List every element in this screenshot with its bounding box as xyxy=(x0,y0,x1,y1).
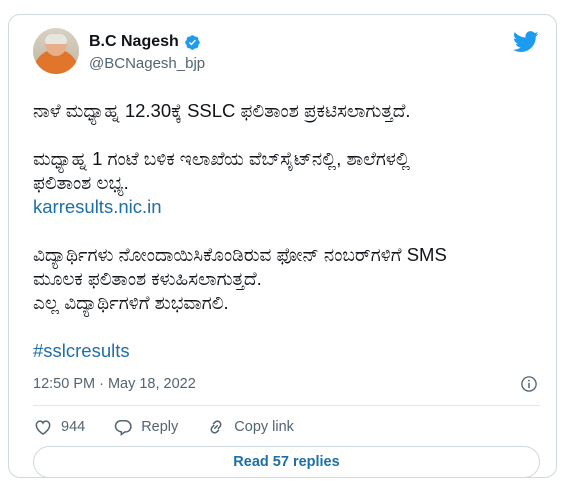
heart-icon xyxy=(35,420,51,435)
tweet-line: ವಿದ್ಯಾರ್ಥಿಗಳು ನೋಂದಾಯಿಸಿಕೊಂಡಿರುವ ಫೋನ್ ನಂಬ… xyxy=(33,244,447,265)
tweet-line: ಫಲಿತಾಂಶ ಲಭ್ಯ. xyxy=(33,172,129,193)
action-bar: 944 Reply Copy link xyxy=(33,417,322,437)
read-replies-button[interactable]: Read 57 replies xyxy=(33,446,540,478)
tweet-line: ಎಲ್ಲ ವಿದ್ಯಾರ್ಥಿಗಳಿಗೆ ಶುಭವಾಗಲಿ. xyxy=(33,292,229,313)
info-icon[interactable] xyxy=(520,375,538,393)
tweet-line: ಮಧ್ಯಾಹ್ನ 1 ಗಂಟೆ ಬಳಿಕ ಇಲಾಖೆಯ ವೆಬ್‌ಸೈಟ್‌ನಲ… xyxy=(33,148,410,169)
avatar[interactable] xyxy=(33,28,79,74)
tweet-card: B.C Nagesh @BCNagesh_bjp ನಾಳೆ ಮಧ್ಯಾಹ್ನ 1… xyxy=(8,14,557,478)
author-handle[interactable]: @BCNagesh_bjp xyxy=(89,55,205,72)
reply-button[interactable]: Reply xyxy=(113,417,178,437)
link-icon xyxy=(210,420,222,434)
reply-icon xyxy=(114,420,132,436)
tweet-line: ಮೂಲಕ ಫಲಿತಾಂಶ ಕಳುಹಿಸಲಾಗುತ್ತದೆ. xyxy=(33,268,262,289)
author-display-name[interactable]: B.C Nagesh xyxy=(89,33,179,51)
author-name-row[interactable]: B.C Nagesh xyxy=(89,33,201,51)
twitter-bird-icon[interactable] xyxy=(513,31,539,53)
like-count: 944 xyxy=(61,419,86,435)
tweet-timestamp[interactable]: 12:50 PM · May 18, 2022 xyxy=(33,376,196,392)
hashtag-link[interactable]: #sslcresults xyxy=(33,339,543,363)
copy-link-label: Copy link xyxy=(234,419,294,435)
copy-link-button[interactable]: Copy link xyxy=(206,417,294,437)
tweet-text: ನಾಳೆ ಮಧ್ಯಾಹ್ನ 12.30ಕ್ಕೆ SSLC ಫಲಿತಾಂಶ ಪ್ರ… xyxy=(33,99,543,363)
reply-label: Reply xyxy=(141,419,179,435)
like-button[interactable]: 944 xyxy=(33,417,85,437)
tweet-link[interactable]: karresults.nic.in xyxy=(33,195,543,219)
divider xyxy=(33,405,540,406)
tweet-line: ನಾಳೆ ಮಧ್ಯಾಹ್ನ 12.30ಕ್ಕೆ SSLC ಫಲಿತಾಂಶ ಪ್ರ… xyxy=(33,100,411,121)
verified-badge-icon xyxy=(185,34,200,50)
